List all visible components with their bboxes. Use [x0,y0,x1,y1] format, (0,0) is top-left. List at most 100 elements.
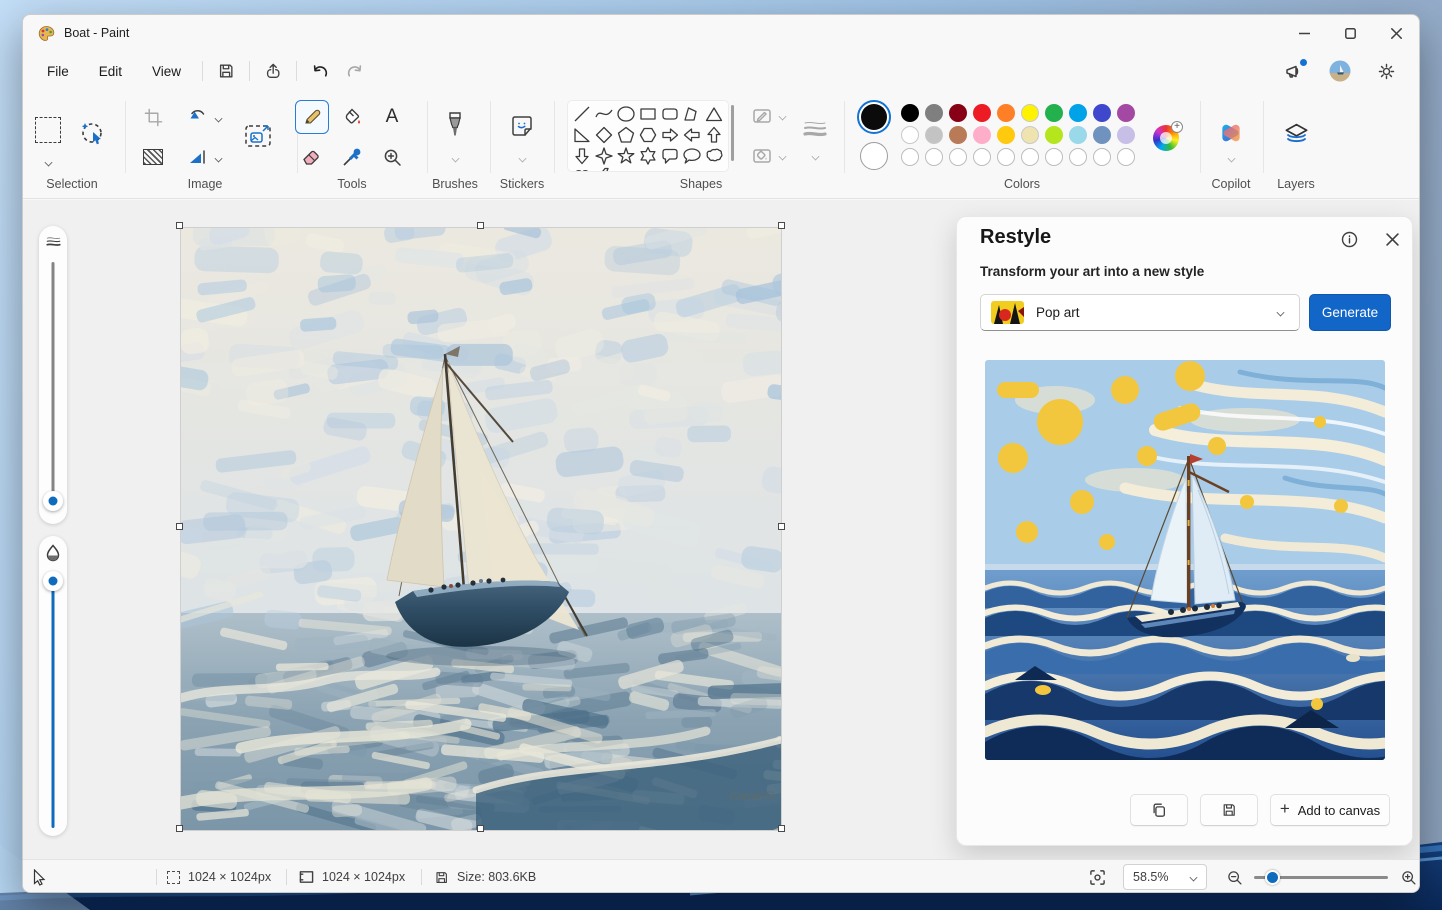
empty-color-slot[interactable] [1093,148,1111,166]
shape-outline-button[interactable] [749,103,775,129]
zoom-out-button[interactable] [1226,860,1243,892]
crop-tool[interactable] [139,103,167,131]
color-swatch[interactable] [901,126,919,144]
copilot-chevron[interactable] [1224,153,1238,163]
shape-oval[interactable] [615,103,637,124]
eraser-tool[interactable] [295,142,329,172]
selection-handle[interactable] [176,523,183,530]
brushes-chevron[interactable] [448,153,462,163]
menu-file[interactable]: File [32,57,84,86]
remove-background-tool[interactable] [139,143,167,171]
color-swatch[interactable] [1093,104,1111,122]
selection-handle[interactable] [176,222,183,229]
selection-handle[interactable] [778,825,785,832]
color-swatch[interactable] [1069,126,1087,144]
size-slider-track[interactable] [51,262,55,510]
shape-curve[interactable] [593,103,615,124]
selection-handle[interactable] [477,825,484,832]
empty-color-slot[interactable] [973,148,991,166]
panel-close-icon[interactable] [1380,227,1404,251]
empty-color-slot[interactable] [1045,148,1063,166]
shape-lightning[interactable] [593,166,615,171]
color-swatch[interactable] [1117,126,1135,144]
opacity-slider-track[interactable] [51,588,55,828]
shape-star-5[interactable] [615,145,637,166]
color-swatch[interactable] [1021,126,1039,144]
shape-right-triangle[interactable] [571,124,593,145]
close-button[interactable] [1373,15,1419,51]
color-swatch[interactable] [997,104,1015,122]
color-swatch[interactable] [1069,104,1087,122]
save-result-button[interactable] [1200,794,1258,826]
info-icon[interactable] [1337,227,1361,251]
stickers-button[interactable] [505,109,539,143]
minimize-button[interactable] [1281,15,1327,51]
flip-options-chevron[interactable] [211,153,225,163]
add-to-canvas-button[interactable]: + Add to canvas [1270,794,1390,826]
redo-button[interactable] [337,55,371,87]
copilot-button[interactable] [1215,117,1247,149]
color-swatch[interactable] [925,126,943,144]
selection-handle[interactable] [778,523,785,530]
selection-handle[interactable] [778,222,785,229]
shape-arrow-right[interactable] [659,124,681,145]
pencil-tool[interactable] [295,100,329,134]
shape-rounded-rectangle[interactable] [659,103,681,124]
empty-color-slot[interactable] [925,148,943,166]
color-swatch[interactable] [949,104,967,122]
layers-button[interactable] [1279,117,1313,151]
shape-hexagon[interactable] [637,124,659,145]
shape-callout-oval[interactable] [681,145,703,166]
shape-arrow-left[interactable] [681,124,703,145]
shapes-gallery[interactable] [567,100,729,172]
shape-star-6[interactable] [637,145,659,166]
magnifier-tool[interactable] [377,142,407,172]
zoom-slider-thumb[interactable] [1265,870,1280,885]
shape-star-4[interactable] [593,145,615,166]
shape-fill-button[interactable] [749,143,775,169]
rotate-options-chevron[interactable] [211,113,225,123]
generate-button[interactable]: Generate [1309,294,1391,331]
shape-polygon[interactable] [681,103,703,124]
shape-heart[interactable] [571,166,593,171]
color-swatch[interactable] [925,104,943,122]
shape-arrow-down[interactable] [571,145,593,166]
empty-color-slot[interactable] [901,148,919,166]
shapes-scrollbar[interactable] [731,105,734,161]
color-swatch[interactable] [1021,104,1039,122]
announcements-icon[interactable] [1277,55,1311,87]
shape-callout-cloud[interactable] [703,145,725,166]
text-tool[interactable]: A [377,102,407,132]
color-picker-tool[interactable] [337,142,367,172]
empty-color-slot[interactable] [1117,148,1135,166]
stickers-chevron[interactable] [515,153,529,163]
shape-fill-chevron[interactable] [775,151,789,161]
menu-view[interactable]: View [137,57,196,86]
color-swatch[interactable] [973,126,991,144]
shape-triangle[interactable] [703,103,725,124]
shape-arrow-up[interactable] [703,124,725,145]
brushes-button[interactable] [438,107,472,145]
share-button[interactable] [256,55,290,87]
line-thickness-button[interactable] [799,115,831,145]
resize-image-tool[interactable] [241,119,275,153]
line-thickness-chevron[interactable] [808,151,822,161]
selection-options-chevron[interactable] [41,157,55,167]
shape-diamond[interactable] [593,124,615,145]
shape-outline-chevron[interactable] [775,111,789,121]
opacity-slider-thumb[interactable] [43,571,63,591]
maximize-button[interactable] [1327,15,1373,51]
color-swatch[interactable] [973,104,991,122]
color-swatch[interactable] [1117,104,1135,122]
rotate-tool[interactable] [183,103,211,131]
account-avatar[interactable] [1323,55,1357,87]
menu-edit[interactable]: Edit [84,57,137,86]
secondary-color-swatch[interactable] [859,141,889,171]
zoom-in-button[interactable] [1400,860,1417,892]
shape-line[interactable] [571,103,593,124]
copy-result-button[interactable] [1130,794,1188,826]
drawing-canvas[interactable]: Cornel G. [176,222,785,832]
opacity-slider[interactable] [39,536,67,836]
shape-rectangle[interactable] [637,103,659,124]
size-slider[interactable] [39,226,67,524]
